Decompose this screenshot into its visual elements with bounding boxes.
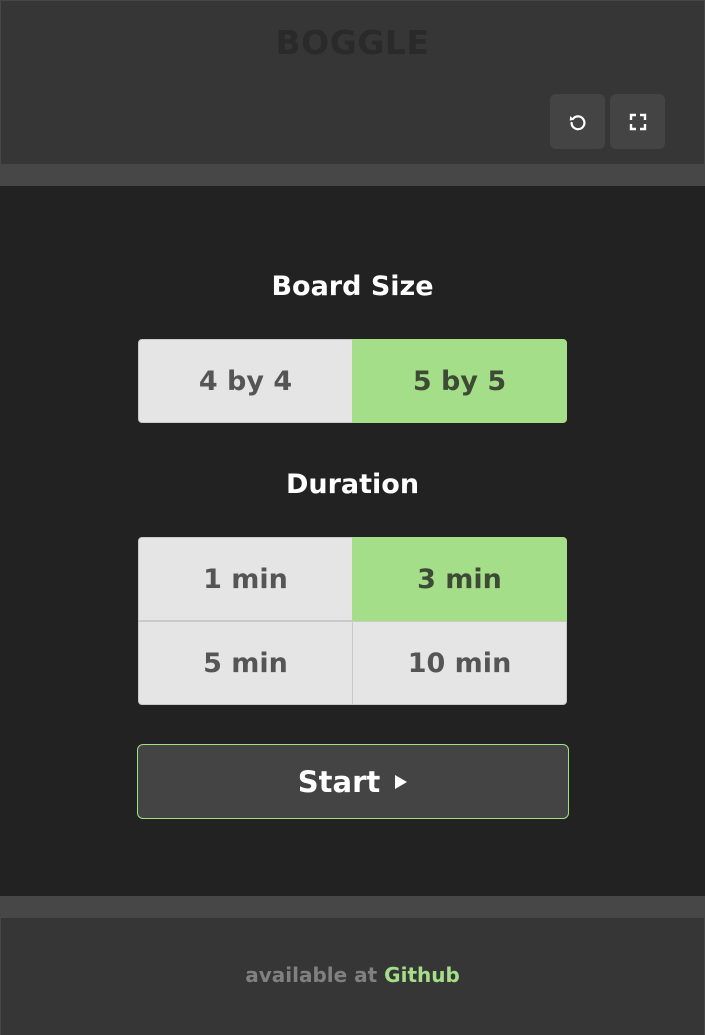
header: BOGGLE: [0, 0, 705, 164]
reset-button[interactable]: [550, 94, 605, 149]
duration-option-10min[interactable]: 10 min: [352, 621, 567, 705]
footer: available at Github: [0, 918, 705, 1035]
fullscreen-icon: [629, 113, 646, 130]
header-divider: [0, 164, 705, 186]
play-icon: [395, 774, 408, 789]
github-link[interactable]: Github: [384, 963, 460, 987]
footer-text: available at Github: [1, 963, 704, 987]
board-size-option-4x4[interactable]: 4 by 4: [138, 339, 353, 423]
reset-icon: [569, 114, 585, 130]
start-label: Start: [297, 764, 381, 799]
app: BOGGLE Board Size 4 by 4 5 by 5 Duration…: [0, 0, 705, 1035]
footer-divider: [0, 896, 705, 918]
footer-prefix: available at: [245, 963, 385, 987]
duration-option-1min[interactable]: 1 min: [138, 537, 353, 621]
duration-option-5min[interactable]: 5 min: [138, 621, 353, 705]
app-title: BOGGLE: [275, 23, 430, 62]
board-size-heading: Board Size: [271, 271, 434, 302]
fullscreen-button[interactable]: [610, 94, 665, 149]
start-button[interactable]: Start: [137, 744, 569, 819]
board-size-option-5x5[interactable]: 5 by 5: [352, 339, 567, 423]
duration-heading: Duration: [285, 469, 420, 500]
duration-option-3min[interactable]: 3 min: [352, 537, 567, 621]
